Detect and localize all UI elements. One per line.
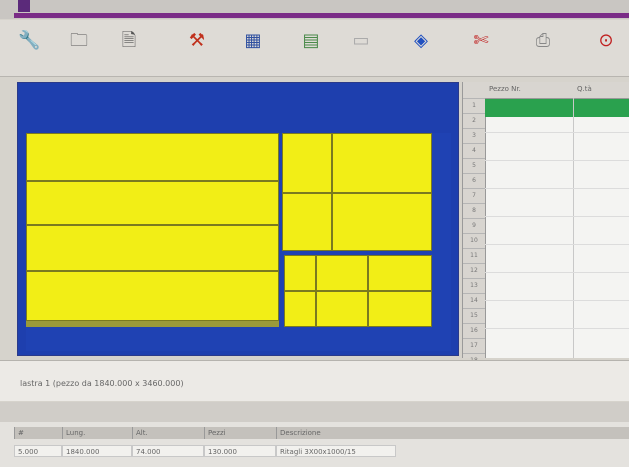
parts-header-cell[interactable]: # [14,427,62,439]
offcut-strip [26,321,279,327]
row-number: 15 [463,309,485,324]
layers-icon: ◈ [414,30,428,51]
toolbar: 🔧 🗀 🗎 ⚒ ▦ ▤ ▭ ◈ ✄ ⎙ ⊙ [0,20,629,77]
piece[interactable] [26,133,279,181]
row-number: 4 [463,144,485,159]
toolbar-button-folder[interactable]: 🗀 [58,26,100,70]
window-title [18,0,30,12]
row-number: 17 [463,339,485,354]
folder-icon: 🗀 [70,30,88,51]
grid-row-line [485,244,629,245]
piece[interactable] [316,291,368,327]
parts-header-cell[interactable]: Pezzi [204,427,276,439]
piece[interactable] [282,193,332,251]
pieces-grid[interactable]: 1 2 3 4 5 6 7 8 9 10 11 12 13 14 15 16 1… [462,82,629,369]
toolbar-button-chart[interactable]: ▭ [340,26,382,70]
piece[interactable] [26,271,279,321]
piece[interactable] [284,291,316,327]
piece[interactable] [282,133,332,193]
piece[interactable] [332,193,432,251]
parts-header-cell[interactable]: Alt. [132,427,204,439]
toolbar-button-wrench[interactable]: 🔧 [8,26,50,70]
row-number: 13 [463,279,485,294]
status-text: lastra 1 (pezzo da 1840.000 x 3460.000) [20,379,184,388]
toolbar-button-document[interactable]: 🗎 [108,26,150,70]
grid-corner-cell [463,82,485,99]
grid-header: Pezzo Nr. Q.tà [485,82,629,99]
toolbar-button-report[interactable]: ▤ [290,26,332,70]
title-bar [0,0,629,19]
parts-cell[interactable]: Ritagli 3X00x1000/15 [276,445,396,457]
row-number: 14 [463,294,485,309]
row-number: 16 [463,324,485,339]
tools-icon: ⚒ [188,30,206,51]
row-number: 2 [463,114,485,129]
chart-icon: ▭ [352,30,370,51]
grid-row-line [485,272,629,273]
row-number: 5 [463,159,485,174]
parts-header-cell[interactable]: Lung. [62,427,132,439]
grid-column-header[interactable]: Q.tà [577,85,592,93]
toolbar-button-red-tool[interactable]: ✄ [460,26,502,70]
report-icon: ▤ [302,30,320,51]
row-number: 3 [463,129,485,144]
piece[interactable] [368,291,432,327]
toolbar-button-print[interactable]: ⎙ [522,26,564,70]
document-icon: 🗎 [121,30,137,51]
parts-header-cell[interactable]: Descrizione [276,427,629,439]
piece[interactable] [332,133,432,193]
grid-row-line [485,216,629,217]
grid-row-line [485,300,629,301]
row-number: 7 [463,189,485,204]
sheet-area [26,133,451,351]
row-number: 9 [463,219,485,234]
parts-cell[interactable]: 1840.000 [62,445,132,457]
row-number: 8 [463,204,485,219]
grid-row-line [485,188,629,189]
print-icon: ⎙ [535,30,551,51]
piece[interactable] [284,255,316,291]
status-panel: lastra 1 (pezzo da 1840.000 x 3460.000) [0,360,629,401]
parts-cell[interactable]: 74.000 [132,445,204,457]
red-tool-icon: ✄ [473,30,489,51]
row-number: 11 [463,249,485,264]
grid-row-line [485,328,629,329]
grid-row-line [485,132,629,133]
row-number: 1 [463,99,485,114]
piece[interactable] [26,181,279,225]
row-number: 10 [463,234,485,249]
toolbar-button-tools[interactable]: ⚒ [176,26,218,70]
piece[interactable] [26,225,279,271]
piece[interactable] [368,255,432,291]
parts-toolbar [0,402,629,422]
toolbar-button-optimize[interactable]: ▦ [232,26,274,70]
toolbar-button-help[interactable]: ⊙ [585,26,627,70]
row-number: 6 [463,174,485,189]
parts-cell[interactable]: 130.000 [204,445,276,457]
grid-column-divider [573,98,574,358]
grid-column-header[interactable]: Pezzo Nr. [489,85,521,93]
row-number: 12 [463,264,485,279]
parts-cell[interactable]: 5.000 [14,445,62,457]
piece[interactable] [316,255,368,291]
cutting-layout-canvas[interactable] [17,82,459,356]
toolbar-button-layers[interactable]: ◈ [400,26,442,70]
grid-selected-row[interactable] [485,99,629,117]
grid-row-numbers: 1 2 3 4 5 6 7 8 9 10 11 12 13 14 15 16 1… [463,82,486,369]
help-icon: ⊙ [598,30,614,51]
wrench-icon: 🔧 [18,30,41,51]
optimize-icon: ▦ [244,30,262,51]
grid-row-line [485,160,629,161]
title-accent-strip [14,13,629,18]
